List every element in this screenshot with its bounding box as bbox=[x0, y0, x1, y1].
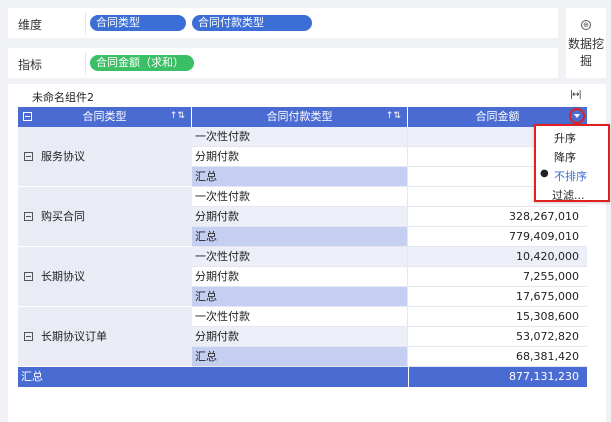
sub-row: 分期付款 bbox=[192, 147, 408, 167]
collapse-all-icon[interactable] bbox=[23, 112, 32, 121]
menu-item-filter[interactable]: 过滤... bbox=[552, 187, 585, 203]
group-name: 服务协议 bbox=[41, 150, 85, 163]
collapse-icon[interactable] bbox=[24, 152, 33, 161]
header-label: 合同金额 bbox=[475, 110, 520, 123]
header-payment-type[interactable]: 合同付款类型 ↑⇅ bbox=[192, 107, 408, 127]
subtotal-row: 汇总 bbox=[192, 167, 408, 187]
group-row: 服务协议 bbox=[18, 127, 192, 187]
sub-row: 分期付款 bbox=[192, 267, 408, 287]
data-mining-button[interactable]: ⊕ 数据挖掘 bbox=[566, 8, 606, 78]
metric-row: 指标 合同金额（求和） bbox=[8, 48, 558, 78]
subtotal-row: 汇总 bbox=[192, 347, 408, 367]
metric-label: 指标 bbox=[18, 58, 43, 72]
dropdown-arrow-icon[interactable] bbox=[569, 108, 585, 124]
subtotal-cell: 68,381,420 bbox=[408, 347, 587, 367]
sub-row: 分期付款 bbox=[192, 327, 408, 347]
subtotal-cell: 779,409,010 bbox=[408, 227, 587, 247]
sort-icon[interactable]: ↑⇅ bbox=[386, 107, 401, 126]
subtotal-row: 汇总 bbox=[192, 287, 408, 307]
data-mining-label: 数据挖掘 bbox=[567, 37, 604, 68]
collapse-icon[interactable] bbox=[24, 332, 33, 341]
dimension-pill-contract-type[interactable]: 合同类型 bbox=[90, 15, 186, 31]
expand-width-icon[interactable]: |↔| bbox=[570, 90, 582, 100]
header-label: 合同付款类型 bbox=[266, 110, 333, 123]
amount-cell: 7,255,000 bbox=[408, 267, 587, 287]
selected-dot-icon: ● bbox=[540, 168, 549, 179]
divider bbox=[85, 12, 86, 34]
header-label: 合同类型 bbox=[82, 110, 127, 123]
collapse-icon[interactable] bbox=[24, 212, 33, 221]
sub-row: 一次性付款 bbox=[192, 187, 408, 207]
header-contract-type[interactable]: 合同类型 ↑⇅ bbox=[18, 107, 192, 127]
group-name: 长期协议订单 bbox=[41, 330, 107, 343]
grand-total-label: 汇总 bbox=[18, 367, 408, 387]
menu-item-no-sort[interactable]: 不排序 bbox=[554, 168, 587, 184]
grand-total-value: 877,131,230 bbox=[408, 367, 587, 387]
group-name: 购买合同 bbox=[41, 210, 85, 223]
amount-cell: 15,308,600 bbox=[408, 307, 587, 327]
dimension-row: 维度 合同类型 合同付款类型 bbox=[8, 8, 558, 38]
dimension-label: 维度 bbox=[18, 18, 43, 32]
sort-icon[interactable]: ↑⇅ bbox=[170, 107, 185, 126]
amount-cell: 53,072,820 bbox=[408, 327, 587, 347]
component-title: 未命名组件2 bbox=[32, 91, 94, 104]
group-row: 购买合同 bbox=[18, 187, 192, 247]
data-mining-icon: ⊕ bbox=[581, 20, 591, 30]
subtotal-row: 汇总 bbox=[192, 227, 408, 247]
group-row: 长期协议 bbox=[18, 247, 192, 307]
sub-row: 一次性付款 bbox=[192, 127, 408, 147]
amount-cell: 10,420,000 bbox=[408, 247, 587, 267]
group-name: 长期协议 bbox=[41, 270, 85, 283]
menu-item-descending[interactable]: 降序 bbox=[554, 149, 576, 165]
sub-row: 一次性付款 bbox=[192, 307, 408, 327]
sub-row: 一次性付款 bbox=[192, 247, 408, 267]
group-row: 长期协议订单 bbox=[18, 307, 192, 367]
pivot-table-component: 未命名组件2 |↔| 合同类型 ↑⇅ 合同付款类型 ↑⇅ 合同金额 服务协议 一… bbox=[8, 84, 606, 422]
subtotal-cell: 17,675,000 bbox=[408, 287, 587, 307]
dimension-pill-payment-type[interactable]: 合同付款类型 bbox=[192, 15, 312, 31]
metric-pill-contract-amount[interactable]: 合同金额（求和） bbox=[90, 55, 194, 71]
sub-row: 分期付款 bbox=[192, 207, 408, 227]
divider bbox=[85, 52, 86, 74]
amount-cell: 328,267,010 bbox=[408, 207, 587, 227]
collapse-icon[interactable] bbox=[24, 272, 33, 281]
menu-item-ascending[interactable]: 升序 bbox=[554, 130, 576, 146]
